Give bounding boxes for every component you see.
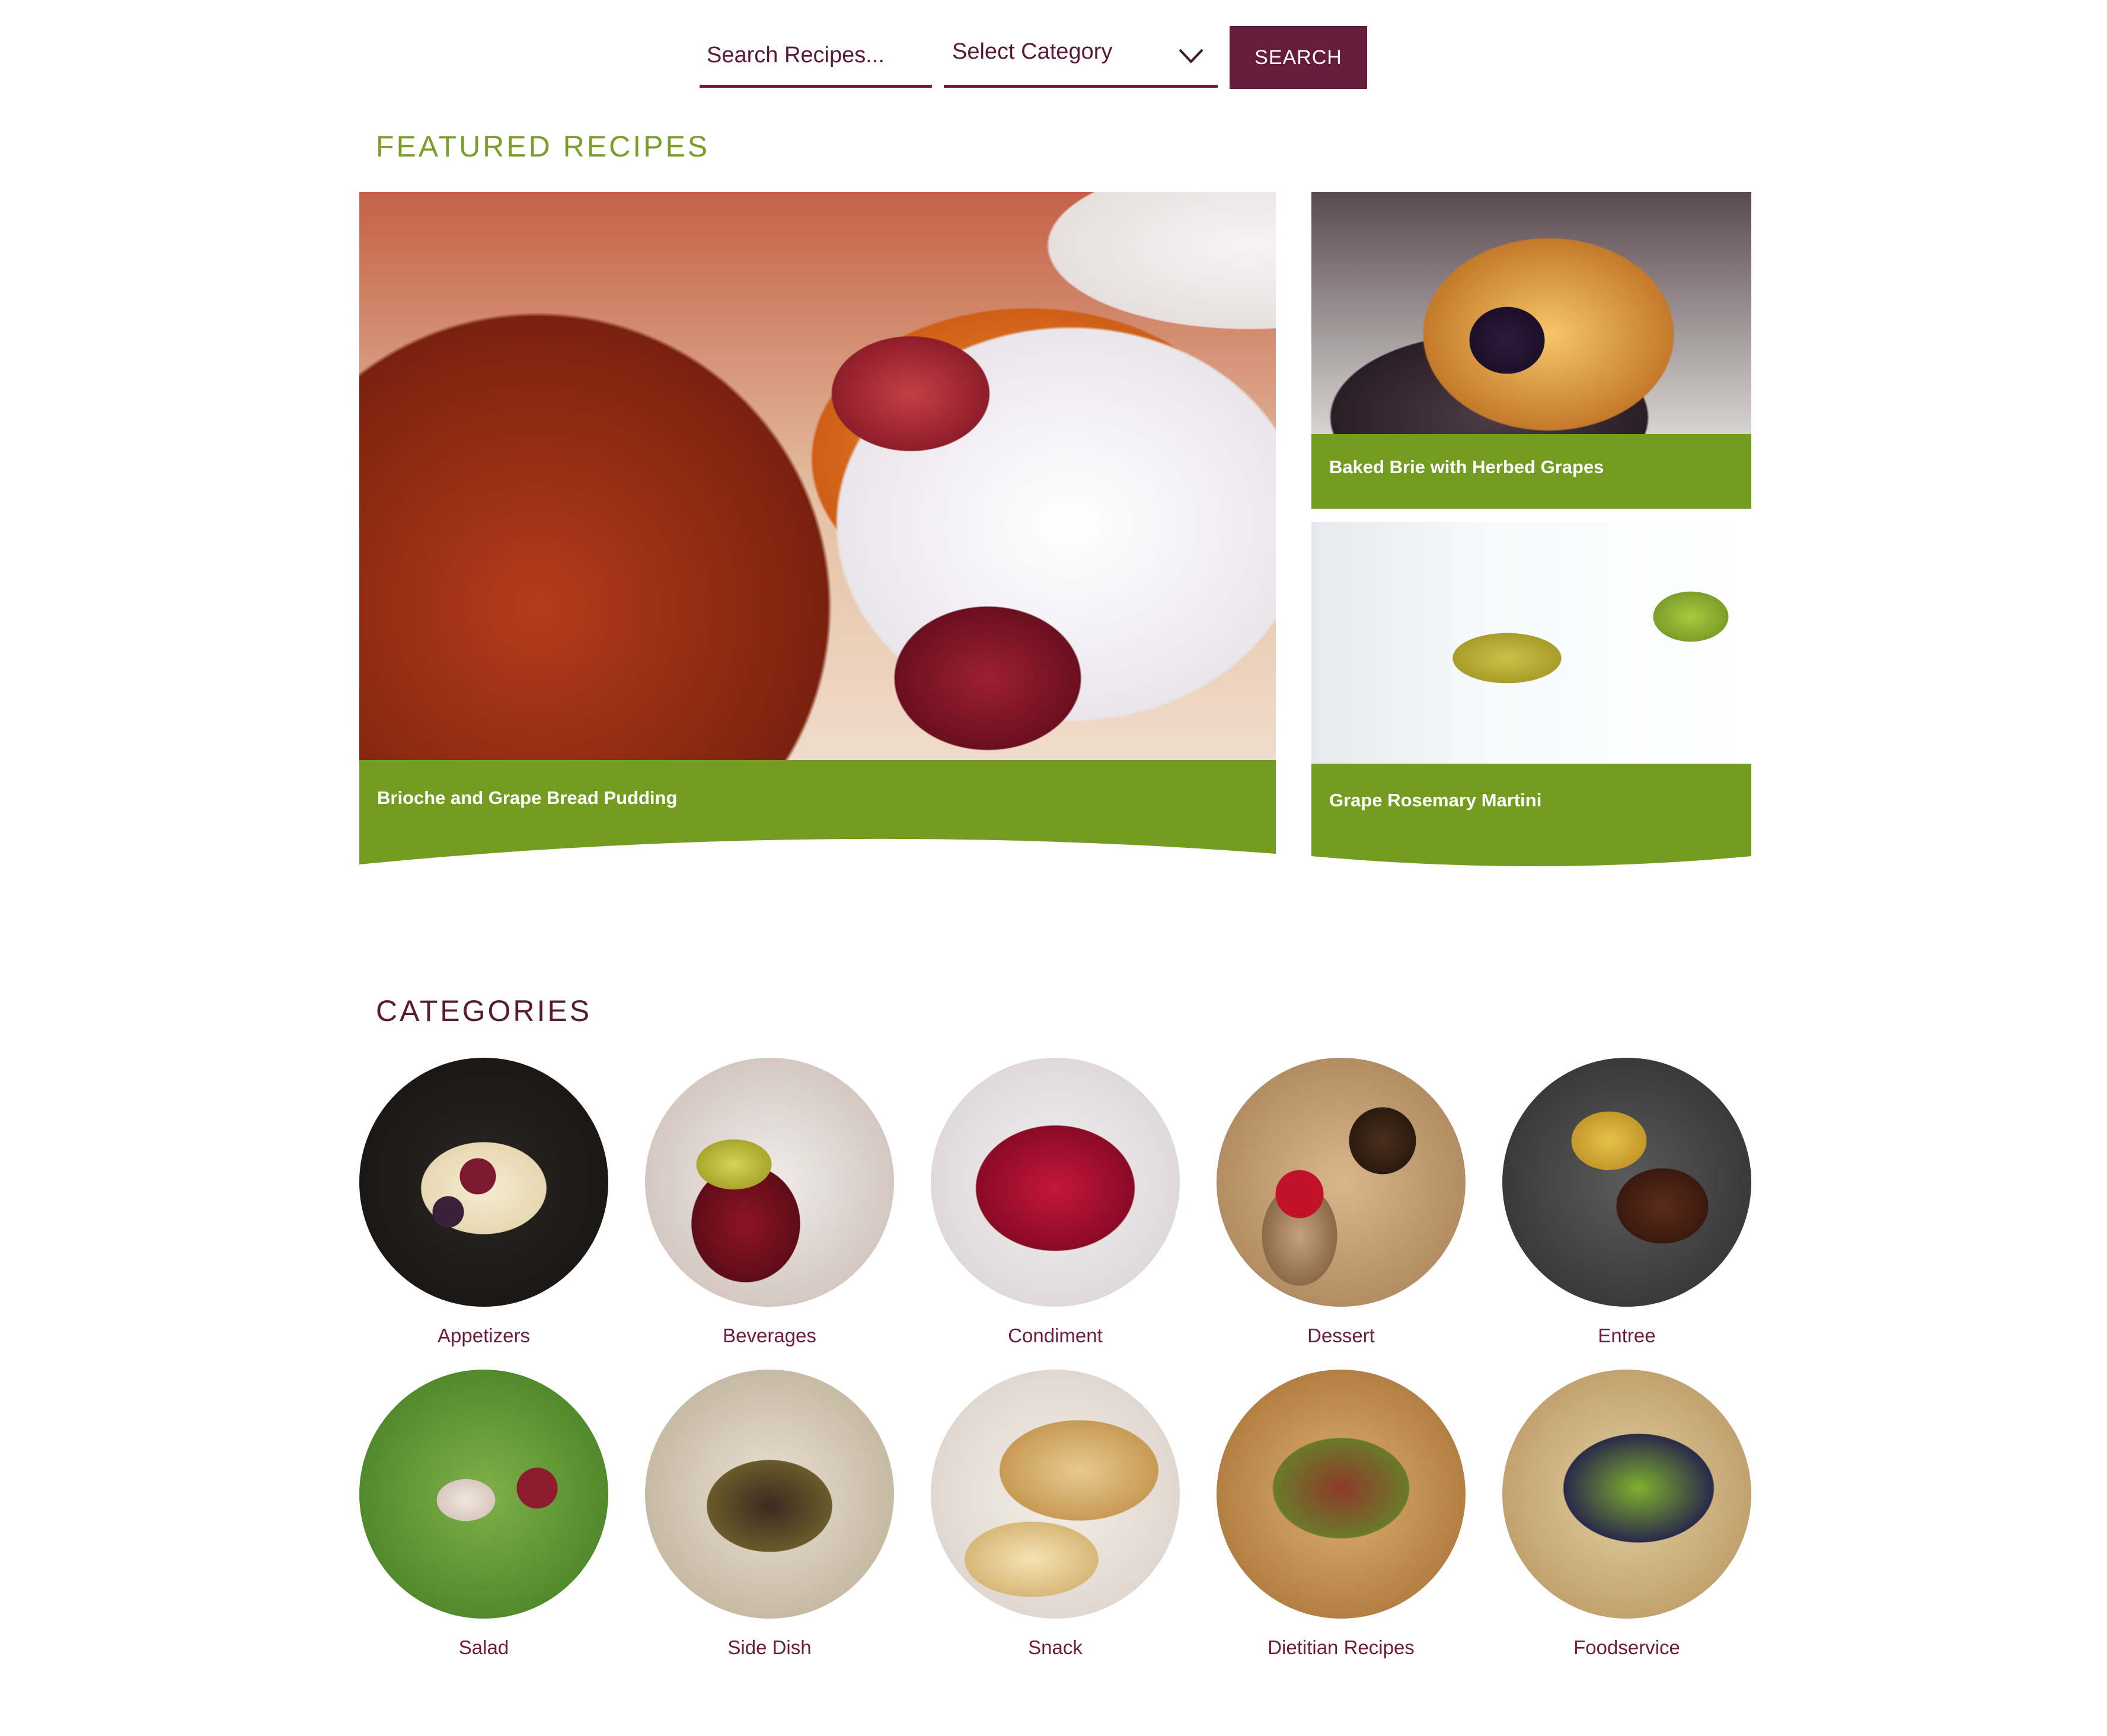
category-photo [359,1370,608,1619]
featured-recipes-title: FEATURED RECIPES [376,130,710,163]
category-appetizers[interactable]: Appetizers [359,1058,608,1347]
featured-card-caption: Brioche and Grape Bread Pudding [377,787,678,808]
category-entree[interactable]: Entree [1502,1058,1751,1347]
category-photo [931,1370,1180,1619]
category-label: Salad [458,1636,509,1658]
category-beverages[interactable]: Beverages [645,1058,894,1347]
category-photo [1502,1370,1751,1619]
category-select-label: Select Category [952,39,1113,64]
category-dietitian-recipes[interactable]: Dietitian Recipes [1217,1370,1466,1659]
bread-pudding-photo [359,192,1276,760]
category-label: Dietitian Recipes [1268,1636,1415,1658]
chevron-down-icon [1179,49,1203,63]
search-input[interactable] [700,26,932,88]
categories-title: CATEGORIES [376,994,592,1027]
category-label: Dessert [1307,1325,1375,1346]
category-photo [1217,1370,1466,1619]
category-photo [359,1058,608,1307]
category-label: Beverages [723,1325,816,1346]
category-label: Appetizers [438,1325,530,1346]
category-foodservice[interactable]: Foodservice [1502,1370,1751,1659]
category-label: Condiment [1008,1325,1103,1346]
category-photo [1217,1058,1466,1307]
category-photo [645,1058,894,1307]
baked-brie-photo [1311,192,1751,434]
category-label: Side Dish [727,1636,812,1658]
category-label: Entree [1598,1325,1656,1346]
caption-band [359,760,1276,864]
featured-card-caption: Baked Brie with Herbed Grapes [1329,457,1604,477]
featured-card-bread-pudding[interactable]: Brioche and Grape Bread Pudding [359,192,1276,864]
grape-martini-photo [1311,522,1751,764]
featured-card-baked-brie[interactable]: Baked Brie with Herbed Grapes [1311,192,1751,509]
category-condiment[interactable]: Condiment [931,1058,1180,1347]
category-dessert[interactable]: Dessert [1217,1058,1466,1347]
recipes-page: Select Category SEARCH FEATURED RECIPES … [0,0,2107,1736]
search-button[interactable]: SEARCH [1230,26,1367,89]
category-label: Snack [1028,1636,1083,1658]
category-select[interactable]: Select Category [944,26,1218,88]
category-salad[interactable]: Salad [359,1370,608,1659]
category-photo [931,1058,1180,1307]
category-snack[interactable]: Snack [931,1370,1180,1659]
featured-card-grape-martini[interactable]: Grape Rosemary Martini [1311,522,1751,868]
category-label: Foodservice [1573,1636,1680,1658]
recipe-search-bar: Select Category SEARCH [700,26,1375,90]
featured-card-caption: Grape Rosemary Martini [1329,790,1542,810]
category-photo [645,1370,894,1619]
caption-band [1311,764,1751,866]
category-photo [1502,1058,1751,1307]
category-side-dish[interactable]: Side Dish [645,1370,894,1659]
